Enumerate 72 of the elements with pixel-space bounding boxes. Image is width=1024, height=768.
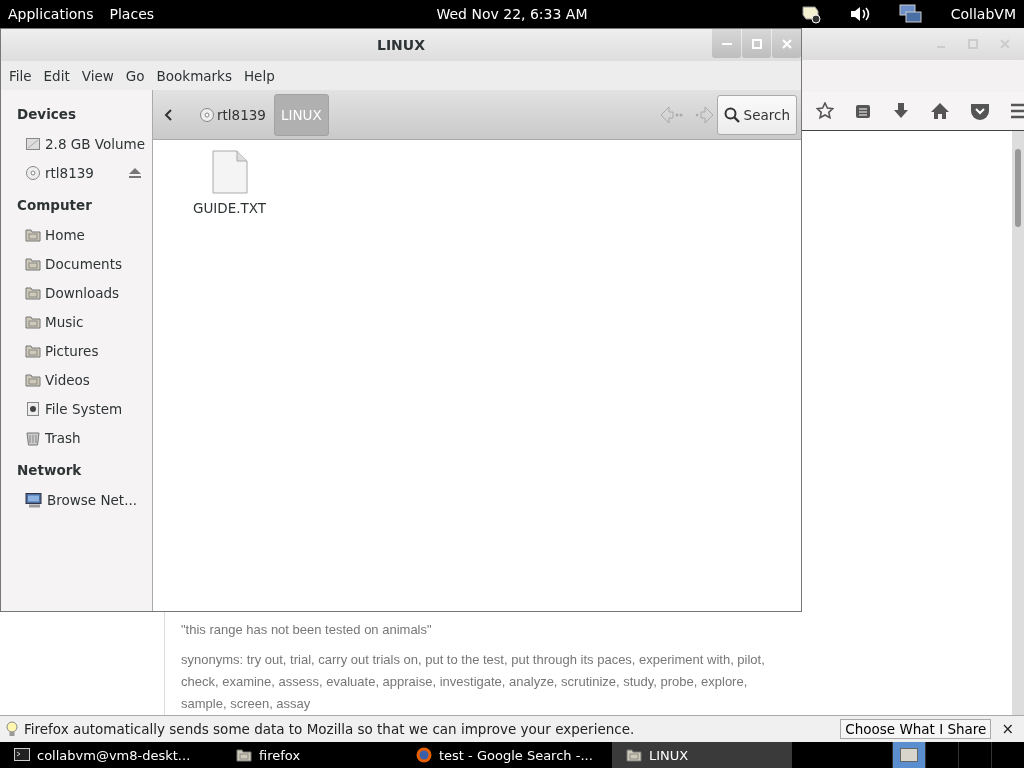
panel-menu[interactable]: Places [109,6,155,22]
lightbulb-icon [6,721,18,737]
pocket-icon[interactable] [970,102,990,120]
folder-icon [25,226,41,243]
path-button[interactable]: rtl8139 [193,94,272,135]
file-name[interactable]: GUIDE.TXT [193,200,267,216]
quote-text: "this range has not been tested on animals" [181,621,433,639]
clock[interactable]: Wed Nov 22, 6:33 AM [436,6,588,22]
sidebar-item[interactable]: 2.8 GB Volume [45,135,145,152]
sidebar-item[interactable]: Trash [45,429,142,446]
sidebar-heading: Computer [16,196,93,215]
network-computer-icon[interactable] [898,4,923,24]
folder-icon [25,313,41,330]
sidebar-item[interactable]: File System [45,400,142,417]
menu-item[interactable]: Bookmarks [150,67,238,84]
close-icon [781,38,792,49]
search-icon [723,106,740,123]
menu-item[interactable]: View [75,67,120,84]
taskbar-item[interactable]: LINUX [612,742,792,768]
trash-icon [25,429,41,446]
panel-menu[interactable]: Applications [8,6,94,22]
maximize-icon [751,38,762,49]
folder-icon [626,747,642,763]
close-button[interactable]: × [997,720,1018,738]
menu-item[interactable]: File [3,67,38,84]
workspace-switcher[interactable] [892,742,925,768]
scrollbar[interactable] [1012,131,1024,715]
minimize-icon [721,42,732,45]
taskbar-item[interactable]: collabvm@vm8-deskt... [0,742,222,768]
disc-icon [25,164,41,181]
sidebar-item[interactable]: Videos [45,371,142,388]
monitor-icon [14,747,30,763]
sidebar-item[interactable]: Pictures [45,342,142,359]
sidebar-heading: Devices [16,105,77,124]
speaker-icon[interactable] [848,4,871,24]
sidebar-item[interactable]: Downloads [45,284,142,301]
sidebar-item[interactable]: Browse Net... [47,491,142,508]
user-menu[interactable]: CollabVM [950,6,1016,22]
folder-icon [25,284,41,301]
folder-icon [25,342,41,359]
taskbar-item[interactable]: test - Google Search -... [402,742,612,768]
folder-icon [25,371,41,388]
folder-icon [25,255,41,272]
search-button[interactable]: Search [716,94,797,135]
drive-icon [25,400,41,417]
drive-icon [25,135,41,152]
folder-icon [236,747,252,763]
globe-icon [416,747,432,763]
scrollbar-thumb[interactable] [1015,149,1021,227]
download-icon[interactable] [892,102,910,120]
sidebar-item[interactable]: Music [45,313,142,330]
sidebar-heading: Network [16,461,83,480]
home-icon[interactable] [930,102,950,120]
notification-message: Firefox automatically sends some data to Mozilla so that we can improve your experience. [24,721,635,737]
taskbar-item[interactable]: firefox [222,742,402,768]
star-icon[interactable] [816,102,834,120]
sidebar-item[interactable]: Home [45,226,142,243]
eject-icon[interactable] [128,166,142,179]
sidebar-item[interactable]: rtl8139 [45,164,124,181]
sidebar-item[interactable]: Documents [45,255,142,272]
choose-share-button[interactable]: Choose What I Share [840,719,992,739]
disc-icon [199,106,215,123]
window-icon [899,747,919,763]
window-title: LINUX [377,37,425,53]
synonyms-text: synonyms: try out, trial, carry out trials on, put to the test, put through its paces, experiment with, pilot, check, examine, assess, evaluate, appraise, investigate, analyze, scrutinize, study, probe, explore, sample, screen, assay [181,651,766,713]
notification-icon[interactable] [800,4,821,24]
clipboard-icon[interactable] [854,102,872,120]
menu-item[interactable]: Edit [37,67,76,84]
computer-icon [25,491,43,508]
menu-item[interactable]: Go [119,67,151,84]
menu-item[interactable]: Help [237,67,281,84]
menu-icon[interactable] [1010,102,1024,120]
